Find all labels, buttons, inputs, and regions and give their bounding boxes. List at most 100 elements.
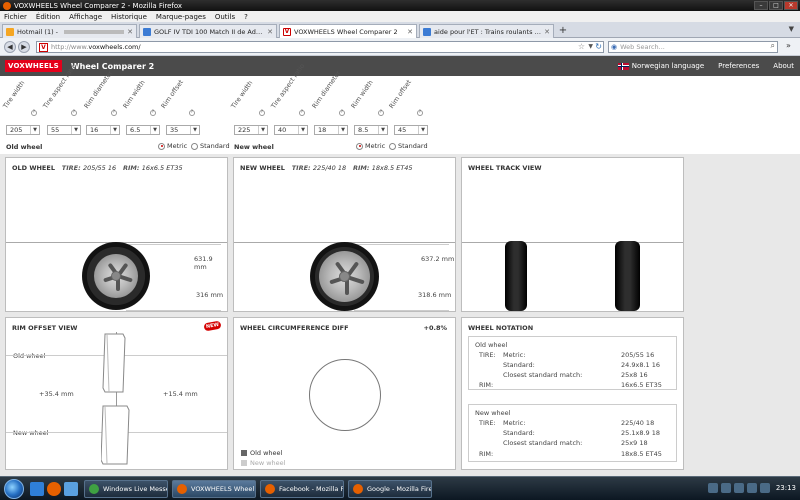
- firefox-icon[interactable]: [47, 482, 61, 496]
- help-icon[interactable]: ?: [378, 110, 384, 116]
- tray-icon[interactable]: [708, 483, 718, 493]
- metric-value: 225/40 18: [621, 419, 655, 427]
- menu-fichier[interactable]: Fichier: [4, 13, 27, 21]
- new-rim-width-select[interactable]: 8.5 ▼: [354, 125, 388, 135]
- language-link[interactable]: Norwegian language: [617, 62, 704, 70]
- new-aspect-ratio-select[interactable]: 40 ▼: [274, 125, 308, 135]
- firefox-icon: [353, 484, 363, 494]
- metric-label: Metric:: [503, 419, 526, 427]
- preferences-link[interactable]: Preferences: [718, 62, 759, 70]
- clock[interactable]: 23:13: [776, 484, 796, 492]
- site-favicon: V: [39, 42, 48, 52]
- old-rim-diameter-select[interactable]: 16 ▼: [86, 125, 120, 135]
- help-icon[interactable]: ?: [417, 110, 423, 116]
- old-rim-width-select[interactable]: 6.5 ▼: [126, 125, 160, 135]
- old-metric-radio[interactable]: Metric: [158, 142, 187, 150]
- new-tire-width-select[interactable]: 225 ▼: [234, 125, 268, 135]
- help-icon[interactable]: ?: [339, 110, 345, 116]
- tray-icon[interactable]: [721, 483, 731, 493]
- legend-label: New wheel: [250, 459, 286, 467]
- left-offset-value: +35.4 mm: [39, 390, 74, 398]
- menu-historique[interactable]: Historique: [111, 13, 147, 21]
- new-standard-radio[interactable]: Standard: [389, 142, 428, 150]
- legend-old: Old wheel: [241, 449, 282, 457]
- taskbar-google[interactable]: Google - Mozilla Firefox: [348, 480, 432, 498]
- tab-list-dropdown-icon[interactable]: ▼: [789, 25, 794, 33]
- taskbar-voxwheels[interactable]: VOXWHEELS Wheel C...: [172, 480, 256, 498]
- redacted-bar: [64, 29, 125, 34]
- tab-hotmail[interactable]: Hotmail (1) - ✕: [2, 24, 137, 38]
- old-rim-profile: [102, 333, 126, 393]
- select-value: 35: [170, 126, 179, 134]
- panel-title: RIM OFFSET VIEW: [12, 324, 78, 332]
- menu-marque-pages[interactable]: Marque-pages: [156, 13, 206, 21]
- help-icon[interactable]: ?: [71, 110, 77, 116]
- bookmark-star-icon[interactable]: ☆: [578, 42, 585, 51]
- globe-icon: [143, 27, 151, 36]
- start-button[interactable]: [4, 479, 24, 499]
- new-rim-offset-select[interactable]: 45 ▼: [394, 125, 428, 135]
- search-provider-icon[interactable]: ◉: [611, 43, 617, 51]
- new-wheel-panel: NEW WHEEL TIRE: 225/40 18 RIM: 18x8.5 ET…: [233, 157, 456, 312]
- tab-voxwheels[interactable]: V VOXWHEELS Wheel Comparer 2 ✕: [279, 24, 417, 38]
- old-aspect-ratio-select[interactable]: 55 ▼: [47, 125, 81, 135]
- tab-close-icon[interactable]: ✕: [544, 28, 550, 36]
- back-button[interactable]: ◀: [4, 41, 16, 53]
- search-box[interactable]: ◉ Web Search... ⌕: [608, 41, 778, 53]
- firefox-icon: [3, 1, 11, 10]
- close-window-button[interactable]: ✕: [784, 1, 798, 10]
- panel-title: WHEEL NOTATION: [468, 324, 534, 332]
- help-icon[interactable]: ?: [259, 110, 265, 116]
- help-icon[interactable]: ?: [299, 110, 305, 116]
- taskbar-facebook[interactable]: Facebook - Mozilla Fire...: [260, 480, 344, 498]
- voxwheels-logo[interactable]: VOXWHEELS: [5, 60, 62, 72]
- tab-close-icon[interactable]: ✕: [407, 28, 413, 36]
- old-wheel-label: Old wheel: [6, 143, 43, 151]
- new-notation-box: New wheel TIRE: Metric: 225/40 18 Standa…: [468, 404, 677, 462]
- notation-heading: Old wheel: [475, 341, 508, 349]
- old-rim-offset-select[interactable]: 35 ▼: [166, 125, 200, 135]
- tab-golf[interactable]: GOLF IV TDI 100 Match II de Adrien [ Inn…: [139, 24, 277, 38]
- reload-icon[interactable]: ↻: [595, 42, 602, 51]
- minimize-button[interactable]: –: [754, 1, 768, 10]
- new-tab-button[interactable]: +: [556, 25, 570, 37]
- taskbar-label: VOXWHEELS Wheel C...: [191, 485, 255, 493]
- param-label: Rim offset: [387, 78, 413, 110]
- hub: [111, 271, 121, 281]
- menu-help[interactable]: ?: [244, 13, 248, 21]
- tire-label: TIRE:: [61, 164, 81, 172]
- url-bar[interactable]: V http://www. voxwheels.com/ ☆ ▼ ↻: [36, 41, 604, 53]
- tab-close-icon[interactable]: ✕: [267, 28, 273, 36]
- toolbar-overflow-icon[interactable]: »: [786, 41, 791, 50]
- new-metric-radio[interactable]: Metric: [356, 142, 385, 150]
- taskbar-messenger[interactable]: Windows Live Messenger: [84, 480, 168, 498]
- new-rim-diameter-select[interactable]: 18 ▼: [314, 125, 348, 135]
- new-tire-top-view: [615, 241, 640, 311]
- search-icon[interactable]: ⌕: [771, 41, 775, 51]
- maximize-button[interactable]: □: [769, 1, 783, 10]
- radio-label: Standard: [200, 142, 230, 150]
- network-icon[interactable]: [747, 483, 757, 493]
- old-tire-width-select[interactable]: 205 ▼: [6, 125, 40, 135]
- tray-icon[interactable]: [734, 483, 744, 493]
- help-icon[interactable]: ?: [150, 110, 156, 116]
- ie-icon[interactable]: [30, 482, 44, 496]
- help-icon[interactable]: ?: [31, 110, 37, 116]
- help-icon[interactable]: ?: [189, 110, 195, 116]
- url-dropdown-icon[interactable]: ▼: [588, 43, 593, 50]
- old-standard-radio[interactable]: Standard: [191, 142, 230, 150]
- circumference-diff-panel: WHEEL CIRCUMFERENCE DIFF +0.8% Old wheel…: [233, 317, 456, 470]
- volume-icon[interactable]: [760, 483, 770, 493]
- help-icon[interactable]: ?: [111, 110, 117, 116]
- tab-label: GOLF IV TDI 100 Match II de Adrien [ Inn…: [154, 27, 265, 36]
- radio-icon: [389, 142, 396, 150]
- dimension-line: [126, 310, 221, 311]
- menu-outils[interactable]: Outils: [215, 13, 235, 21]
- menu-affichage[interactable]: Affichage: [69, 13, 102, 21]
- tab-forum[interactable]: aide pour l'ET : Trains roulants - Forum…: [419, 24, 554, 38]
- show-desktop-icon[interactable]: [64, 482, 78, 496]
- forward-button[interactable]: ▶: [18, 41, 30, 53]
- about-link[interactable]: About: [773, 62, 794, 70]
- tab-close-icon[interactable]: ✕: [127, 28, 133, 36]
- menu-edition[interactable]: Édition: [36, 13, 60, 21]
